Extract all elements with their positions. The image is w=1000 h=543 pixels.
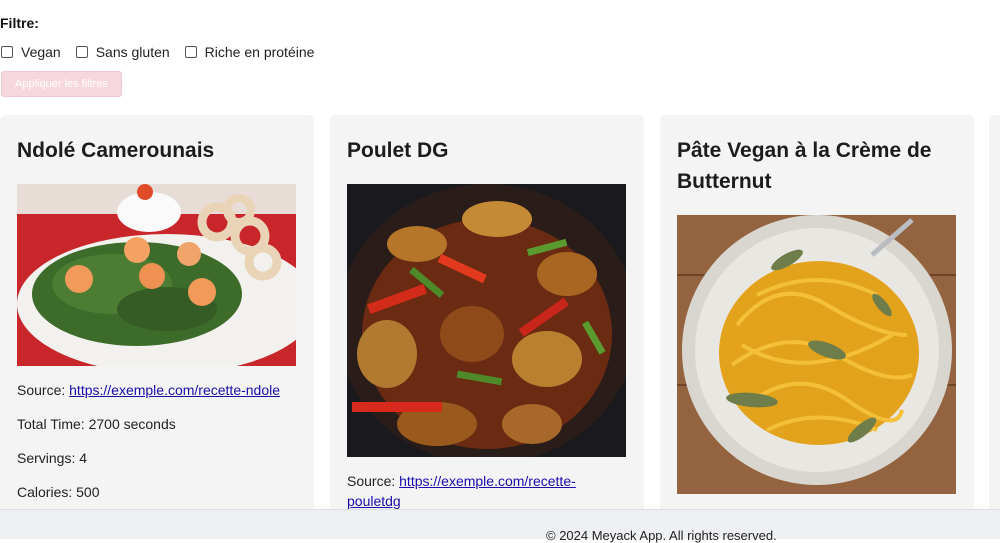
recipe-card-ndole: Ndolé Camerounais Source: https://exempl…	[0, 115, 314, 510]
gluten-free-checkbox[interactable]	[75, 46, 88, 58]
filter-options: Vegan Sans gluten Riche en protéine	[0, 44, 328, 60]
source-link-line1: https://exemple.com/recette-	[399, 473, 576, 489]
source-label: Source:	[17, 382, 66, 398]
page-footer: © 2024 Meyack App. All rights reserved.	[0, 509, 1000, 543]
vegan-label: Vegan	[21, 44, 61, 60]
high-protein-label: Riche en protéine	[204, 44, 315, 60]
filter-panel: Filtre: Vegan Sans gluten Riche en proté…	[0, 0, 1000, 110]
recipe-title: Pâte Vegan à la Crème de Butternut	[677, 115, 957, 197]
recipe-source: Source: https://exemple.com/recette-poul…	[347, 471, 627, 510]
calories: Calories: 500	[17, 484, 100, 500]
servings: Servings: 4	[17, 450, 88, 466]
recipe-title: Poulet DG	[347, 139, 449, 162]
source-link[interactable]: https://exemple.com/recette-ndole	[69, 382, 280, 398]
recipe-source: Source: https://exemple.com/recette-ndol…	[17, 380, 297, 400]
vegan-checkbox[interactable]	[1, 46, 13, 58]
source-link-line2: pouletdg	[347, 493, 401, 509]
ndole-photo	[17, 184, 296, 366]
pate-vegan-photo	[677, 215, 956, 494]
source-label: Source:	[347, 473, 396, 489]
recipe-title-line2: Butternut	[677, 170, 772, 193]
high-protein-checkbox[interactable]	[184, 46, 197, 58]
filter-title: Filtre:	[0, 15, 39, 31]
recipe-card-partial	[989, 115, 1000, 510]
filter-gluten-free[interactable]: Sans gluten	[75, 44, 170, 60]
recipe-title-line1: Pâte Vegan à la Crème de	[677, 139, 932, 162]
filter-high-protein[interactable]: Riche en protéine	[184, 44, 315, 60]
apply-filters-button[interactable]: Appliquer les filtres	[1, 71, 122, 97]
total-time: Total Time: 2700 seconds	[17, 416, 176, 432]
poulet-dg-photo	[347, 184, 626, 457]
filter-vegan[interactable]: Vegan	[0, 44, 61, 60]
recipe-title: Ndolé Camerounais	[17, 139, 215, 162]
footer-copyright: © 2024 Meyack App. All rights reserved.	[546, 528, 777, 543]
recipe-card-pate-vegan: Pâte Vegan à la Crème de Butternut	[660, 115, 974, 510]
gluten-free-label: Sans gluten	[95, 44, 170, 60]
recipe-card-poulet-dg: Poulet DG Source: https://exemple.com/re	[330, 115, 644, 510]
recipe-grid: Ndolé Camerounais Source: https://exempl…	[0, 115, 1000, 510]
